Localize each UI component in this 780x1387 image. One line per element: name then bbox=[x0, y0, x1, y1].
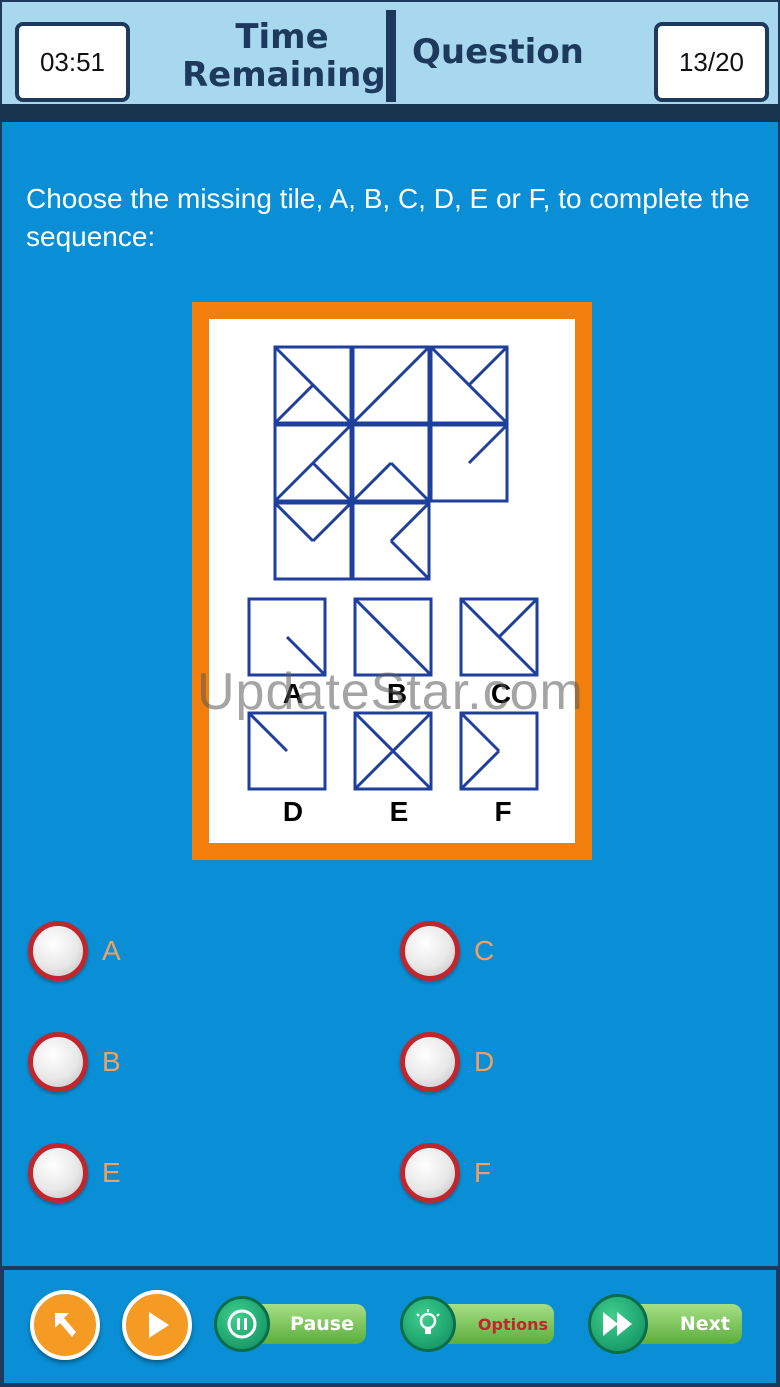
next-icon-badge bbox=[588, 1294, 648, 1354]
puzzle-image-frame: A B C D E F bbox=[192, 302, 592, 860]
timer-display: 03:51 bbox=[15, 22, 130, 102]
time-label-line1: Time bbox=[235, 17, 329, 57]
next-button[interactable]: Next bbox=[588, 1294, 742, 1354]
pause-icon bbox=[227, 1309, 257, 1339]
answer-option-label: A bbox=[102, 935, 121, 966]
header-bar: 03:51 Time Remaining Question 13/20 bbox=[0, 0, 780, 110]
radio-button[interactable] bbox=[400, 1032, 460, 1092]
answer-option-label: D bbox=[474, 1046, 495, 1077]
question-count-value: 13/20 bbox=[678, 46, 745, 77]
radio-button[interactable] bbox=[28, 1032, 88, 1092]
answer-option-e[interactable]: E bbox=[28, 1141, 228, 1205]
radio-button[interactable] bbox=[400, 921, 460, 981]
fast-forward-icon bbox=[603, 1312, 632, 1336]
answer-option-d[interactable]: D bbox=[400, 1030, 600, 1094]
answer-option-label: C bbox=[474, 935, 495, 966]
radio-button[interactable] bbox=[28, 1143, 88, 1203]
header-divider bbox=[386, 10, 396, 102]
header-underline bbox=[0, 104, 780, 122]
question-panel: Choose the missing tile, A, B, C, D, E o… bbox=[0, 122, 780, 1266]
question-counter: 13/20 bbox=[654, 22, 769, 102]
timer-value: 03:51 bbox=[39, 46, 106, 77]
answer-option-f[interactable]: F bbox=[400, 1141, 600, 1205]
pause-icon-badge bbox=[214, 1296, 270, 1352]
choice-label-e: E bbox=[390, 796, 409, 827]
time-remaining-label: Time Remaining bbox=[182, 17, 386, 95]
play-icon bbox=[149, 1312, 169, 1338]
pause-button[interactable]: Pause bbox=[214, 1296, 366, 1352]
options-icon-badge bbox=[400, 1296, 456, 1352]
play-button[interactable] bbox=[122, 1290, 192, 1360]
time-label-line2: Remaining bbox=[182, 55, 386, 95]
puzzle-image: A B C D E F bbox=[209, 319, 575, 843]
back-button[interactable] bbox=[30, 1290, 100, 1360]
answer-option-a[interactable]: A bbox=[28, 919, 228, 983]
lightbulb-icon bbox=[416, 1309, 440, 1334]
footer-toolbar: Pause Options Next bbox=[0, 1266, 780, 1387]
watermark: UpdateStar.com bbox=[197, 663, 584, 721]
question-prompt: Choose the missing tile, A, B, C, D, E o… bbox=[26, 183, 750, 252]
back-arrow-icon bbox=[55, 1313, 76, 1337]
question-label: Question bbox=[412, 32, 584, 72]
choice-label-d: D bbox=[283, 796, 303, 827]
puzzle-figure: A B C D E F bbox=[247, 345, 539, 827]
answer-option-label: E bbox=[102, 1157, 121, 1188]
answer-option-label: B bbox=[102, 1046, 121, 1077]
answer-option-c[interactable]: C bbox=[400, 919, 600, 983]
options-button[interactable]: Options bbox=[400, 1296, 554, 1352]
choice-label-f: F bbox=[494, 796, 511, 827]
answer-option-label: F bbox=[474, 1157, 492, 1188]
answer-option-b[interactable]: B bbox=[28, 1030, 228, 1094]
radio-button[interactable] bbox=[400, 1143, 460, 1203]
radio-button[interactable] bbox=[28, 921, 88, 981]
